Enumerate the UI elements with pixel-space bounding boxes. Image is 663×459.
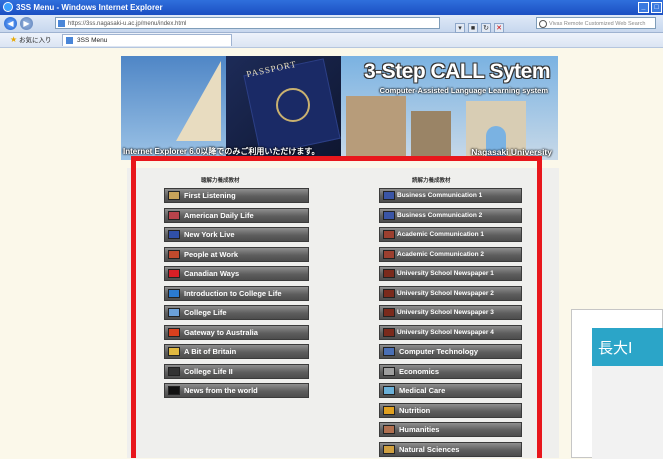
banner-subtitle: Computer-Assisted Language Learning syst… [379, 86, 548, 95]
tab-label: 3SS Menu [77, 37, 108, 44]
address-text: https://3ss.nagasaki-u.ac.jp/menu/index.… [68, 21, 187, 27]
search-icon [539, 20, 547, 28]
window-title: 3SS Menu - Windows Internet Explorer [16, 3, 163, 12]
toolbar-buttons: ▾ ■ ↻ ✕ [455, 17, 535, 33]
overlapping-window: 長大I [571, 309, 663, 459]
star-icon: ★ [10, 35, 18, 44]
favorites-button[interactable]: ★ お気に入り [10, 33, 51, 48]
maximize-button[interactable]: □ [651, 2, 662, 13]
page-icon [66, 37, 73, 44]
favorites-bar: ★ お気に入り 3SS Menu [0, 33, 663, 48]
search-box[interactable]: Vivas Remote Customized Web Search [536, 17, 656, 29]
search-placeholder: Vivas Remote Customized Web Search [549, 21, 646, 27]
window-title-bar: 3SS Menu - Windows Internet Explorer _ □ [0, 0, 663, 15]
favorites-label: お気に入り [18, 37, 52, 44]
minimize-button[interactable]: _ [638, 2, 649, 13]
building-shape [411, 111, 451, 160]
address-bar[interactable]: https://3ss.nagasaki-u.ac.jp/menu/index.… [55, 17, 440, 29]
tab-3ss-menu[interactable]: 3SS Menu [62, 34, 232, 46]
highlight-box [131, 156, 542, 458]
navigation-bar: ◀ ▶ https://3ss.nagasaki-u.ac.jp/menu/in… [0, 15, 663, 33]
dropdown-icon[interactable]: ▾ [455, 23, 465, 33]
lock-icon[interactable]: ■ [468, 23, 478, 33]
page-icon [58, 20, 65, 27]
popup-heading: 長大I [598, 339, 633, 357]
sail-shape [176, 61, 221, 141]
back-button[interactable]: ◀ [4, 17, 17, 30]
refresh-icon[interactable]: ↻ [481, 23, 491, 33]
header-banner: PASSPORT 3-Step CALL Sytem Computer-Assi… [121, 56, 558, 160]
banner-title: 3-Step CALL Sytem [364, 60, 551, 83]
stop-icon[interactable]: ✕ [494, 23, 504, 33]
ie-logo-icon [3, 2, 13, 12]
passport-seal [276, 88, 310, 122]
forward-button[interactable]: ▶ [20, 17, 33, 30]
building-shape [346, 96, 406, 160]
popup-body [592, 366, 663, 459]
